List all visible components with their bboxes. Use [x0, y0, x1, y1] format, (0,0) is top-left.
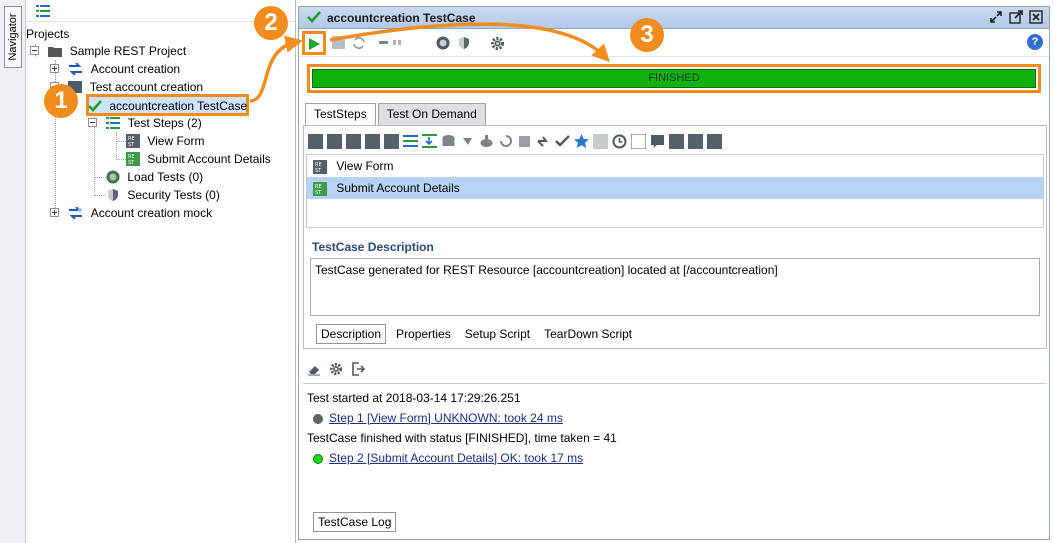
callout-2: 2 — [254, 6, 288, 40]
callout-3: 3 — [630, 18, 664, 52]
callout-1: 1 — [44, 84, 78, 118]
arrow-2-to-3 — [329, 22, 610, 63]
arrow-1-to-2 — [249, 35, 303, 103]
callout-arrows — [249, 22, 610, 103]
